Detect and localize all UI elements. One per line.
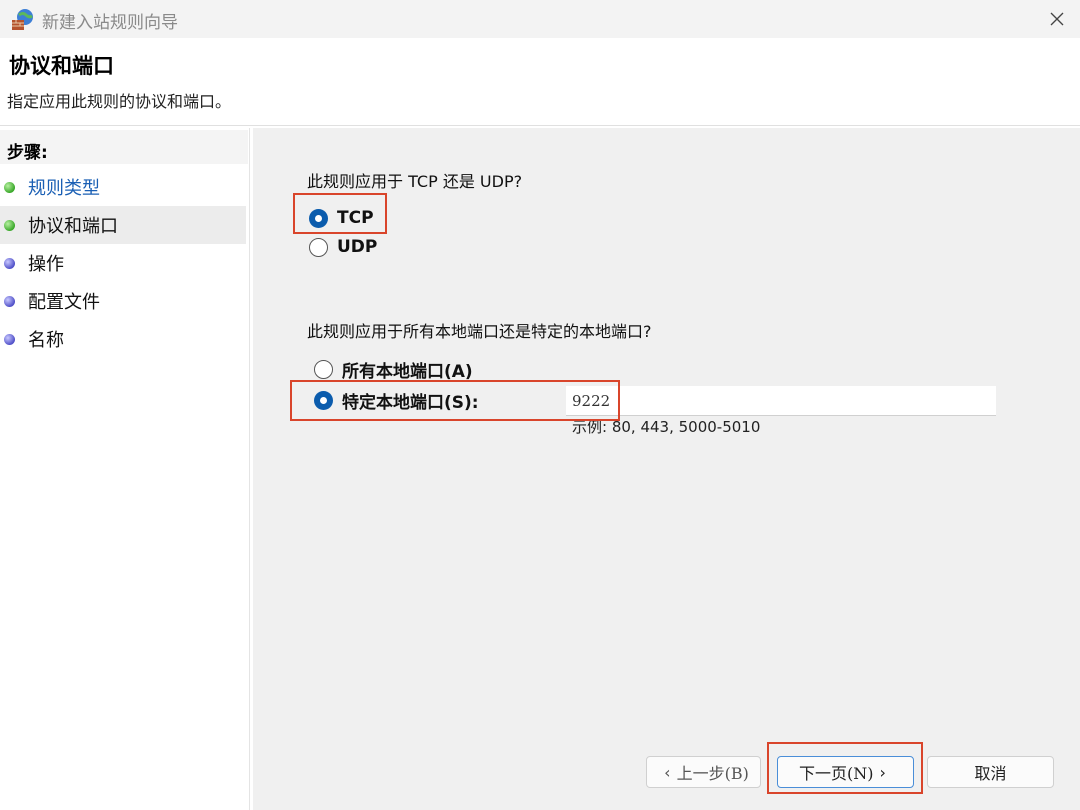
page-title: 协议和端口 [9, 54, 114, 78]
next-button-label: 下一页(N) [799, 764, 874, 783]
page-subtitle: 指定应用此规则的协议和端口。 [7, 92, 232, 111]
tcp-label: TCP [337, 208, 374, 228]
step-pending-icon [4, 295, 15, 307]
back-button[interactable]: ‹ 上一步(B) [646, 756, 761, 788]
main-content: 此规则应用于 TCP 还是 UDP? TCP UDP 此规则应用于所有本地端口还… [253, 128, 1080, 810]
radio-checked-icon [309, 208, 328, 228]
step-pending-icon [4, 333, 15, 345]
port-example: 示例: 80, 443, 5000-5010 [572, 418, 761, 436]
next-button[interactable]: 下一页(N) › [777, 756, 914, 788]
close-icon [1050, 12, 1064, 26]
back-button-label: 上一步(B) [676, 764, 749, 783]
step-profile: 配置文件 [0, 282, 246, 320]
steps-pane: 步骤: 规则类型 协议和端口 操作 配置文件 名称 [0, 128, 250, 810]
step-protocol-and-ports[interactable]: 协议和端口 [0, 206, 246, 244]
step-completed-icon [4, 181, 15, 193]
all-ports-label: 所有本地端口(A) [342, 362, 473, 382]
udp-label: UDP [337, 237, 378, 257]
step-rule-type[interactable]: 规则类型 [0, 168, 246, 206]
radio-checked-icon [314, 391, 333, 410]
specific-ports-radio[interactable]: 特定本地端口(S): [314, 388, 479, 413]
port-input[interactable] [566, 386, 996, 416]
step-label: 规则类型 [28, 178, 100, 199]
step-label: 配置文件 [28, 292, 100, 313]
tcp-radio[interactable]: TCP [309, 208, 374, 228]
step-name: 名称 [0, 320, 246, 358]
chevron-right-icon: › [879, 762, 886, 782]
udp-radio[interactable]: UDP [309, 237, 377, 257]
radio-unchecked-icon [314, 360, 333, 379]
step-label: 操作 [28, 254, 64, 275]
radio-unchecked-icon [309, 237, 328, 257]
title-bar: 新建入站规则向导 [0, 0, 1080, 38]
step-current-icon [4, 219, 15, 231]
protocol-question: 此规则应用于 TCP 还是 UDP? [307, 172, 523, 191]
steps-heading: 步骤: [0, 130, 248, 164]
cancel-button-label: 取消 [974, 764, 1007, 783]
firewall-wizard-icon [12, 9, 33, 30]
wizard-header: 协议和端口 指定应用此规则的协议和端口。 [0, 38, 1080, 126]
all-ports-radio[interactable]: 所有本地端口(A) [314, 357, 473, 382]
chevron-left-icon: ‹ [664, 762, 671, 782]
step-pending-icon [4, 257, 15, 269]
step-label: 协议和端口 [28, 216, 118, 237]
step-label: 名称 [28, 330, 64, 351]
close-button[interactable] [1034, 0, 1080, 38]
specific-ports-label: 特定本地端口(S): [342, 393, 479, 413]
step-action: 操作 [0, 244, 246, 282]
cancel-button[interactable]: 取消 [927, 756, 1054, 788]
ports-question: 此规则应用于所有本地端口还是特定的本地端口? [307, 322, 652, 341]
window-title: 新建入站规则向导 [42, 13, 178, 33]
